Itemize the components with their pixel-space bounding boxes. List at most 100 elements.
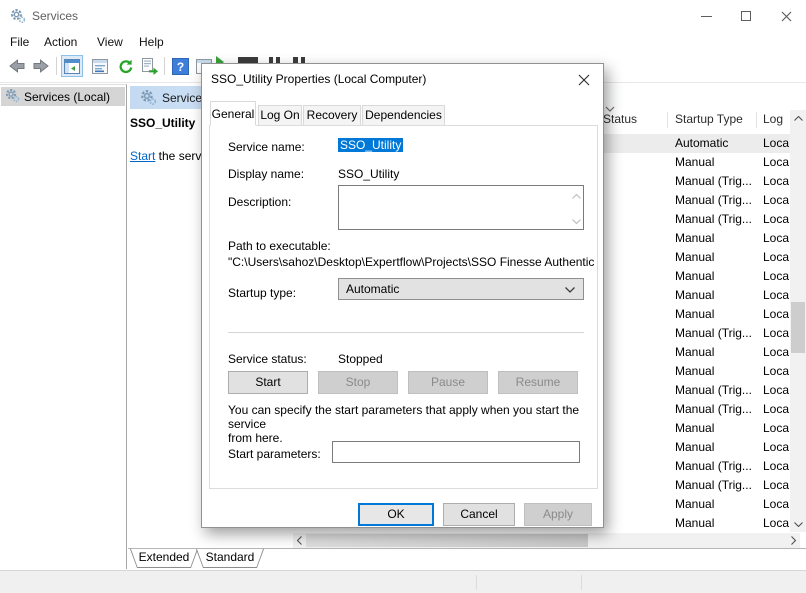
forward-icon[interactable] [30,55,52,77]
start-parameters-input[interactable] [332,441,580,463]
scroll-left-icon[interactable] [293,533,306,548]
menu-file[interactable]: File [10,35,29,49]
menu-action[interactable]: Action [44,35,77,49]
properties-dialog: SSO_Utility Properties (Local Computer) … [201,63,604,528]
dialog-title: SSO_Utility Properties (Local Computer) [211,72,426,86]
toolbar-separator [164,57,165,75]
scroll-down-icon[interactable] [790,516,806,532]
table-row[interactable]: Manual (Trig...Loca [597,400,790,419]
cell-startup-type: Manual [675,286,714,305]
stop-button[interactable]: Stop [318,371,398,394]
column-header-startup-type[interactable]: Startup Type [675,112,743,126]
back-icon[interactable] [6,55,28,77]
textarea-scroll-down-icon[interactable] [572,213,581,227]
scroll-right-icon[interactable] [787,533,800,548]
dialog-tab-general[interactable]: General [210,101,256,126]
start-service-link[interactable]: Start [130,149,155,163]
pause-button[interactable]: Pause [408,371,488,394]
scroll-up-icon[interactable] [790,110,806,126]
status-bar [0,570,806,593]
cell-startup-type: Automatic [675,134,728,153]
cell-startup-type: Manual [675,229,714,248]
table-row[interactable]: Manual (Trig...Loca [597,191,790,210]
services-rows: AutomaticLocaManualLocaManual (Trig...Lo… [597,134,790,532]
display-name-value: SSO_Utility [338,167,399,181]
vertical-scrollbar-thumb[interactable] [791,302,805,353]
column-header-status[interactable]: Status [603,112,637,126]
start-parameters-label: Start parameters: [228,447,321,461]
horizontal-scrollbar[interactable] [293,533,800,548]
view-tabs: Extended Standard [128,549,806,569]
tab-extended[interactable]: Extended [130,549,198,568]
description-label: Description: [228,195,291,209]
resume-button[interactable]: Resume [498,371,578,394]
show-hide-console-tree-icon[interactable] [61,55,83,77]
startup-type-select[interactable]: Automatic [338,278,584,300]
table-row[interactable]: Manual (Trig...Loca [597,324,790,343]
cell-log-on-as: Loca [763,153,789,172]
table-row[interactable]: ManualLoca [597,438,790,457]
table-row[interactable]: ManualLoca [597,495,790,514]
dialog-tab-log-on[interactable]: Log On [258,105,302,126]
table-row[interactable]: Manual (Trig...Loca [597,381,790,400]
description-field[interactable] [338,185,584,230]
table-row[interactable]: AutomaticLoca [597,134,790,153]
tree-item-services-local[interactable]: Services (Local) [1,87,125,106]
start-button[interactable]: Start [228,371,308,394]
cell-log-on-as: Loca [763,286,789,305]
textarea-scroll-up-icon[interactable] [572,188,581,202]
export-list-icon[interactable] [139,55,161,77]
cell-startup-type: Manual [675,153,714,172]
column-divider[interactable] [667,112,668,128]
table-row[interactable]: Manual (Trig...Loca [597,210,790,229]
column-header-log-on-as[interactable]: Log [763,112,783,126]
dialog-close-icon[interactable] [573,71,595,89]
menu-help[interactable]: Help [139,35,164,49]
table-row[interactable]: Manual Loca [597,229,790,248]
maximize-button[interactable] [726,0,766,32]
apply-button[interactable]: Apply [524,503,592,526]
properties-icon[interactable] [89,55,111,77]
cell-startup-type: Manual [675,419,714,438]
table-row[interactable]: ManualLoca [597,419,790,438]
menu-view[interactable]: View [97,35,123,49]
section-divider [228,332,584,333]
cell-startup-type: Manual [675,362,714,381]
table-row[interactable]: Manual (Trig...Loca [597,457,790,476]
cell-log-on-as: Loca [763,210,789,229]
selected-service-title: SSO_Utility [130,116,195,130]
toolbar-separator [56,57,57,75]
table-row[interactable]: Manual Loca [597,286,790,305]
cell-startup-type: Manual (Trig... [675,457,752,476]
table-row[interactable]: ManualLoca [597,343,790,362]
dialog-tab-dependencies[interactable]: Dependencies [362,105,445,126]
ok-button[interactable]: OK [358,503,434,526]
services-gears-icon [5,88,20,106]
vertical-scrollbar[interactable] [790,110,806,532]
cell-log-on-as: Loca [763,229,789,248]
dialog-tab-recovery[interactable]: Recovery [303,105,361,126]
close-button[interactable] [766,0,806,32]
table-row[interactable]: Manual Loca [597,305,790,324]
cell-log-on-as: Loca [763,305,789,324]
table-row[interactable]: Manual (Trig...Loca [597,476,790,495]
cancel-button[interactable]: Cancel [443,503,515,526]
table-row[interactable]: ManualLoca [597,267,790,286]
horizontal-scrollbar-thumb[interactable] [306,534,588,547]
start-parameters-note: You can specify the start parameters tha… [228,403,590,445]
help-icon[interactable]: ? [169,55,191,77]
refresh-icon[interactable] [114,55,136,77]
cell-startup-type: Manual [675,305,714,324]
column-divider[interactable] [756,112,757,128]
cell-startup-type: Manual [675,343,714,362]
table-row[interactable]: Manual Loca [597,153,790,172]
minimize-button[interactable] [686,0,726,32]
table-row[interactable]: ManualLoca [597,248,790,267]
table-row[interactable]: Manual (Trig...Loca [597,172,790,191]
tab-standard[interactable]: Standard [196,549,264,568]
service-name-value[interactable]: SSO_Utility [338,138,403,152]
path-to-executable-label: Path to executable: [228,239,331,253]
table-row[interactable]: ManualLoca [597,362,790,381]
display-name-label: Display name: [228,167,304,181]
table-row[interactable]: ManualLoca [597,514,790,532]
